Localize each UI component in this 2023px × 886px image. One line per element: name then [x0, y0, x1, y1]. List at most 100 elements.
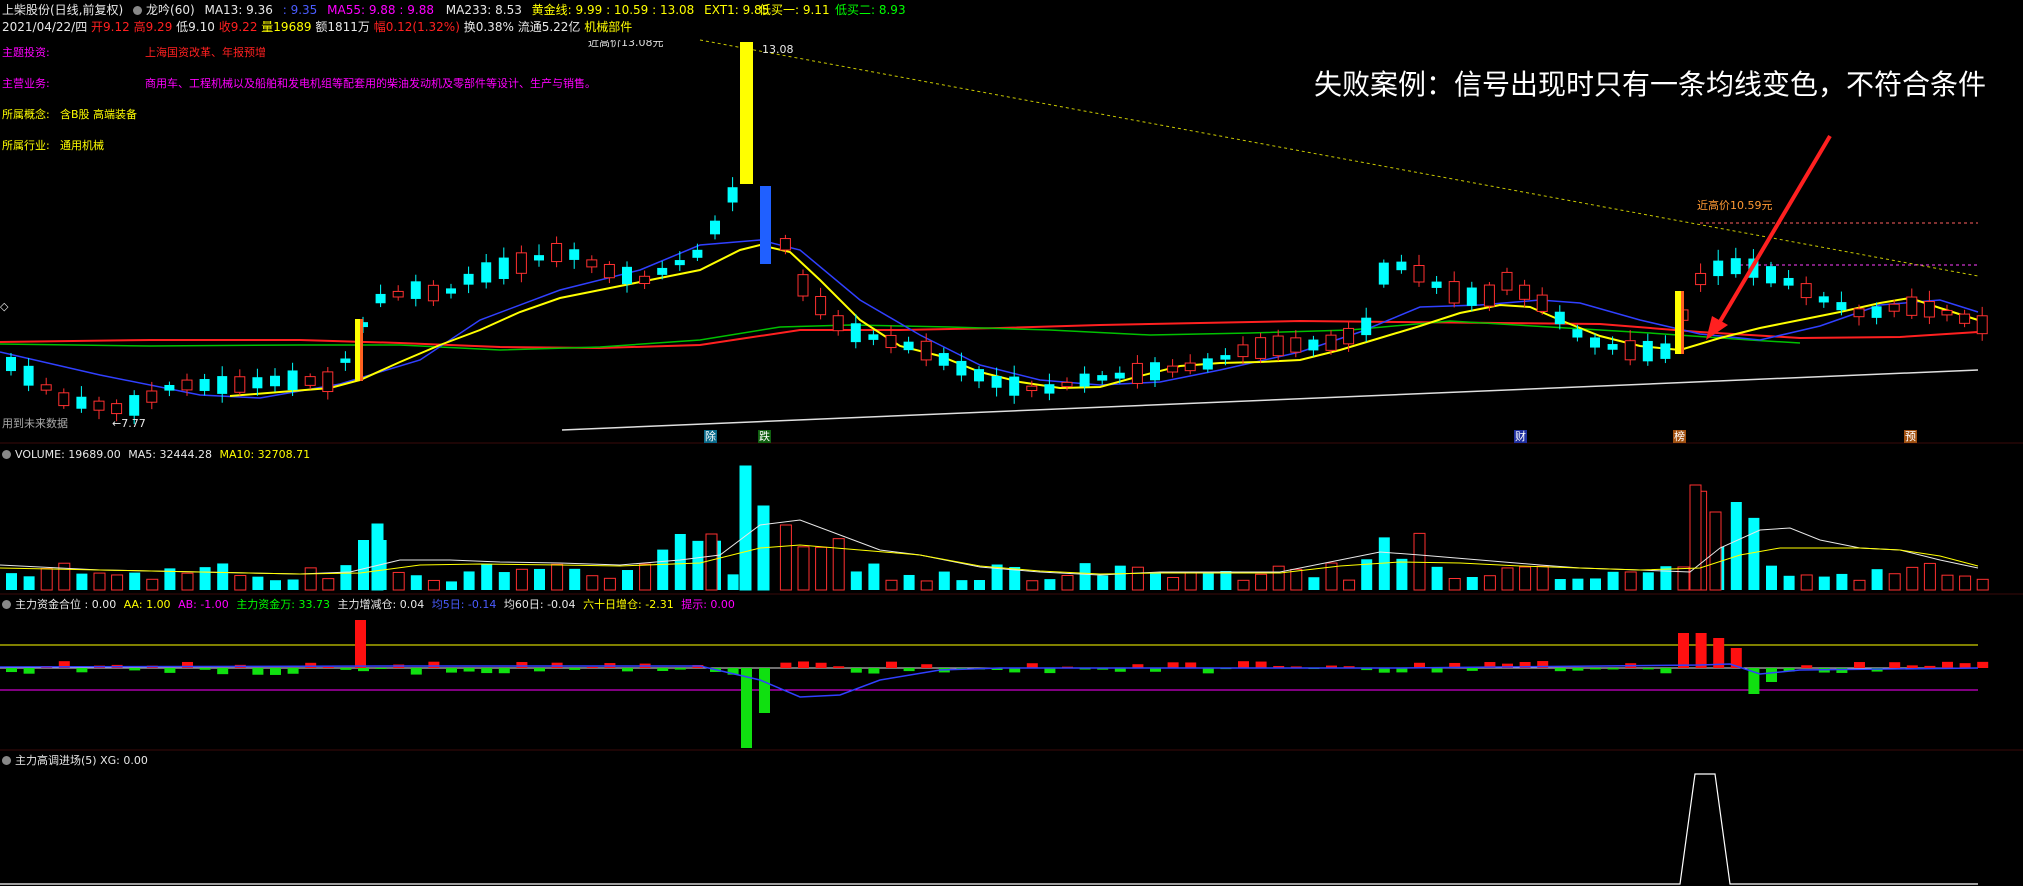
fund-bar [270, 668, 281, 675]
fund-bar [1924, 665, 1936, 668]
volume-bar [603, 577, 616, 591]
volume-bar [551, 563, 564, 591]
candle-body [710, 220, 720, 235]
candle-body [850, 323, 861, 343]
volume-settings-dot-icon[interactable] [2, 450, 11, 459]
volume-bar [1483, 575, 1496, 591]
candle-body [481, 262, 492, 283]
volume-bar [1079, 563, 1091, 590]
volume-bar-spike [1689, 484, 1702, 591]
fund-bar [1766, 668, 1777, 682]
kline-chart[interactable] [0, 0, 2023, 886]
candle-body [1607, 344, 1618, 350]
fund-bar [1255, 661, 1267, 668]
volume-bar [410, 575, 422, 590]
candle-body [1361, 317, 1372, 336]
candle-body [1308, 339, 1319, 351]
volume-bar [534, 568, 545, 590]
candle-body [1695, 272, 1707, 286]
volume-bar [463, 571, 475, 590]
fund-bar [1854, 662, 1865, 668]
volume-bar [6, 573, 17, 590]
candle-body [1079, 373, 1090, 387]
future-data-note: 用到未来数据 [2, 417, 68, 430]
volume-bar [1590, 578, 1601, 590]
fund-bar [1044, 668, 1056, 674]
fund-bar [340, 668, 352, 670]
volume-bar [692, 540, 704, 590]
fund-bar [1554, 668, 1566, 672]
candle-body [1448, 281, 1460, 304]
fund-settings-dot-icon[interactable] [2, 600, 11, 609]
candle-body [252, 377, 263, 389]
candle-body [146, 390, 158, 403]
fund-bar [534, 668, 545, 672]
candle-body [1941, 309, 1953, 316]
candle-body [1800, 283, 1812, 299]
fund-t7: 均60日: -0.04 [503, 598, 576, 611]
fund-bar [446, 668, 457, 673]
candle-body [1766, 266, 1776, 284]
candle-body [1237, 344, 1249, 358]
volume-bar [1097, 575, 1109, 590]
volume-bar [129, 572, 141, 590]
fund-bar [252, 668, 264, 675]
volume-bar [903, 574, 915, 590]
fund-t9: 提示: 0.00 [681, 598, 735, 611]
volume-bar [1923, 562, 1936, 591]
candle-body [956, 360, 967, 376]
signal-bar-1-edge [360, 319, 363, 381]
candle-body [1713, 260, 1724, 277]
volume-bar [1677, 566, 1690, 591]
event-marker-finance[interactable]: 财 [1514, 430, 1527, 443]
fund-bar [1977, 661, 1989, 668]
volume-bar [1660, 566, 1672, 590]
fund-bar [1238, 661, 1249, 668]
resistance-trendline [699, 39, 1979, 277]
event-marker-drop[interactable]: 跌 [758, 430, 771, 443]
candle-body [446, 288, 456, 294]
volume-bar [956, 580, 968, 590]
event-marker-forecast[interactable]: 预 [1904, 430, 1917, 443]
candle-body [1572, 329, 1583, 338]
fund-header: 主力资金合位 : 0.00 AA: 1.00 AB: -1.00 主力资金万: … [2, 598, 735, 611]
candle-body [603, 263, 615, 279]
candle-body [903, 341, 914, 351]
volume-bar [181, 572, 194, 591]
fund-bar [1695, 633, 1707, 668]
fund-bar [886, 661, 897, 668]
event-marker-list[interactable]: 榜 [1673, 430, 1686, 443]
volume-bar [1519, 566, 1532, 591]
candle-body [1836, 302, 1847, 311]
candle-body [1061, 381, 1073, 388]
volume-bar [779, 524, 792, 591]
candle-body [58, 392, 70, 407]
entry-settings-dot-icon[interactable] [2, 756, 11, 765]
fund-t2: AA: 1.00 [123, 598, 171, 611]
candle-body [1871, 306, 1882, 318]
recent-high-label: 近高价10.59元 [1697, 199, 1773, 212]
volume-bar [1818, 576, 1830, 590]
volume-bar [974, 580, 985, 590]
candle-body [76, 396, 87, 409]
volume-bar [1941, 574, 1954, 591]
fund-bar [1660, 668, 1672, 674]
event-marker-ex-div[interactable]: 除 [704, 430, 717, 443]
candle-body [375, 293, 386, 304]
volume-bar [322, 578, 335, 591]
fund-bar [586, 666, 598, 668]
fund-bar [622, 668, 633, 672]
volume-bar [1255, 573, 1268, 591]
candle-body [1590, 337, 1600, 348]
signal-bar-3 [760, 186, 771, 264]
candle-body [1044, 384, 1055, 394]
fund-bar [1590, 668, 1601, 670]
volume-bar [1026, 580, 1039, 591]
volume-bar [340, 565, 352, 590]
candle-body [234, 376, 246, 393]
fund-bar [1959, 663, 1971, 668]
fund-bar [23, 668, 35, 674]
candle-body [868, 334, 879, 340]
candle-body [622, 266, 632, 285]
volume-bar [1871, 569, 1883, 590]
